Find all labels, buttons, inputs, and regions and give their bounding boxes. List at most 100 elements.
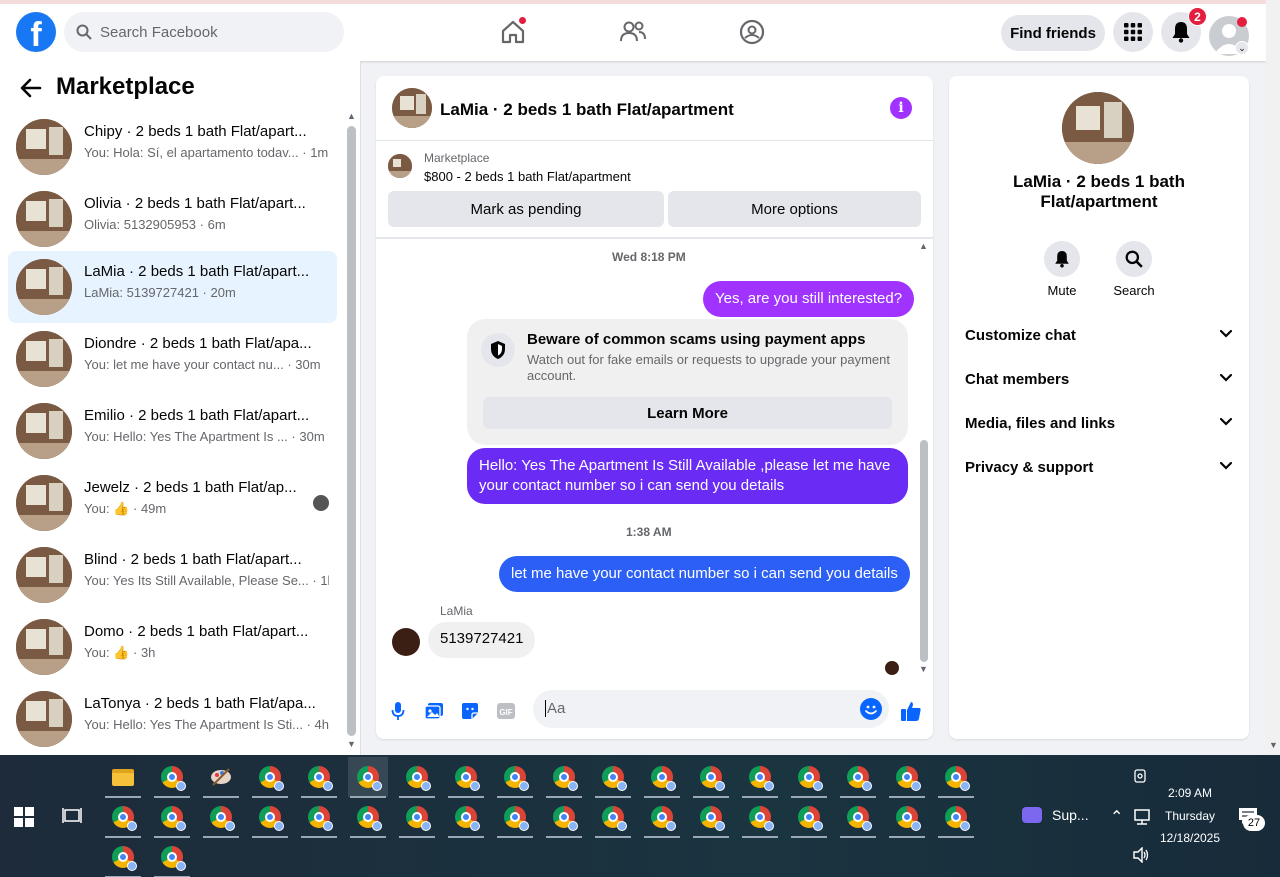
search-facebook-input[interactable]: Search Facebook xyxy=(64,12,344,52)
chrome-window-button[interactable] xyxy=(397,757,437,798)
gif-button[interactable]: GIF xyxy=(495,700,517,722)
menu-button[interactable] xyxy=(1113,12,1153,52)
emoji-button[interactable] xyxy=(860,698,882,720)
chrome-window-button[interactable] xyxy=(691,757,731,798)
chrome-window-button[interactable] xyxy=(250,757,290,798)
chrome-window-button[interactable] xyxy=(936,797,976,838)
friends-nav-button[interactable] xyxy=(617,16,649,48)
chrome-window-button[interactable] xyxy=(887,757,927,798)
chrome-window-button[interactable] xyxy=(495,757,535,798)
attach-photo-button[interactable] xyxy=(423,700,445,722)
outgoing-message[interactable]: let me have your contact number so i can… xyxy=(499,556,910,592)
facebook-logo[interactable]: f xyxy=(16,12,56,52)
conversation-item[interactable]: Olivia · 2 beds 1 bath Flat/apart... Oliv… xyxy=(8,183,337,255)
paint-app-button[interactable] xyxy=(201,757,241,798)
file-explorer-button[interactable] xyxy=(103,757,143,798)
chrome-window-button[interactable] xyxy=(544,757,584,798)
listing-thumbnail[interactable] xyxy=(388,154,412,178)
chat-title[interactable]: LaMia · 2 beds 1 bath Flat/apartment xyxy=(440,100,734,120)
outgoing-message[interactable]: Yes, are you still interested? xyxy=(703,281,915,317)
chat-scroll-down-icon[interactable]: ▼ xyxy=(919,664,928,674)
conversation-item[interactable]: Diondre · 2 beds 1 bath Flat/apa... You: … xyxy=(8,323,337,395)
mark-as-pending-button[interactable]: Mark as pending xyxy=(388,191,664,227)
chrome-window-button[interactable] xyxy=(936,757,976,798)
conversation-item[interactable]: LaMia · 2 beds 1 bath Flat/apart... LaMia… xyxy=(8,251,337,323)
chrome-window-button[interactable] xyxy=(103,837,143,877)
groups-nav-button[interactable] xyxy=(736,16,768,48)
sticker-button[interactable] xyxy=(459,700,481,722)
home-nav-button[interactable] xyxy=(497,16,529,48)
conversation-item[interactable]: Jewelz · 2 beds 1 bath Flat/ap... You: 👍 … xyxy=(8,467,337,539)
info-section-row[interactable]: Customize chat xyxy=(965,316,1233,360)
back-arrow-icon[interactable] xyxy=(20,78,42,98)
notifications-button[interactable]: 2 xyxy=(1161,7,1207,52)
account-chevron-down-icon[interactable]: ⌄ xyxy=(1235,41,1249,55)
chevron-up-icon[interactable]: ⌃ xyxy=(1110,807,1123,827)
speaker-icon[interactable] xyxy=(1132,847,1150,863)
sender-avatar[interactable] xyxy=(392,628,420,656)
chrome-window-button[interactable] xyxy=(201,797,241,838)
chrome-window-button[interactable] xyxy=(642,797,682,838)
find-friends-button[interactable]: Find friends xyxy=(1001,15,1105,51)
chrome-window-button[interactable] xyxy=(740,757,780,798)
voice-clip-button[interactable] xyxy=(387,700,409,722)
chrome-window-button[interactable] xyxy=(397,797,437,838)
conversation-item[interactable]: Emilio · 2 beds 1 bath Flat/apart... You:… xyxy=(8,395,337,467)
chrome-window-button[interactable] xyxy=(593,797,633,838)
chrome-window-button[interactable] xyxy=(446,757,486,798)
chat-scroll-up-icon[interactable]: ▲ xyxy=(919,241,928,251)
chrome-window-button[interactable] xyxy=(740,797,780,838)
info-icon[interactable]: i xyxy=(890,97,912,119)
incoming-message[interactable]: 5139727421 xyxy=(428,622,536,658)
chrome-window-button[interactable] xyxy=(642,757,682,798)
sidebar-scroll-down-icon[interactable]: ▼ xyxy=(347,739,356,749)
meet-now-icon[interactable] xyxy=(1133,768,1149,784)
clock-day[interactable]: Thursday xyxy=(1160,809,1220,823)
chrome-window-button[interactable] xyxy=(152,757,192,798)
chrome-window-button[interactable] xyxy=(348,757,388,798)
chrome-window-button[interactable] xyxy=(691,797,731,838)
conversation-item[interactable]: Chipy · 2 beds 1 bath Flat/apart... You: … xyxy=(8,111,337,183)
chat-header-avatar[interactable] xyxy=(392,88,432,128)
chrome-window-button[interactable] xyxy=(299,797,339,838)
chrome-window-button[interactable] xyxy=(103,797,143,838)
conversation-avatar[interactable] xyxy=(1062,92,1134,164)
chrome-window-button[interactable] xyxy=(299,757,339,798)
outgoing-message[interactable]: Hello: Yes The Apartment Is Still Availa… xyxy=(467,448,908,504)
chrome-window-button[interactable] xyxy=(593,757,633,798)
chrome-window-button[interactable] xyxy=(250,797,290,838)
windows-start-icon[interactable] xyxy=(14,807,34,827)
search-in-conversation-button[interactable]: Search xyxy=(1104,241,1164,298)
chat-scrollbar[interactable] xyxy=(920,440,928,662)
chrome-window-button[interactable] xyxy=(544,797,584,838)
chrome-window-button[interactable] xyxy=(152,837,192,877)
info-section-row[interactable]: Chat members xyxy=(965,360,1233,404)
chrome-window-button[interactable] xyxy=(495,797,535,838)
message-input[interactable]: Aa xyxy=(533,690,889,728)
info-section-row[interactable]: Media, files and links xyxy=(965,404,1233,448)
conversation-item[interactable]: LaTonya · 2 beds 1 bath Flat/apa... You: … xyxy=(8,683,337,755)
chrome-window-button[interactable] xyxy=(838,757,878,798)
clock-date[interactable]: 12/18/2025 xyxy=(1155,831,1225,845)
chrome-window-button[interactable] xyxy=(348,797,388,838)
chrome-window-button[interactable] xyxy=(838,797,878,838)
listing-price-title[interactable]: $800 - 2 beds 1 bath Flat/apartment xyxy=(424,169,631,184)
more-options-button[interactable]: More options xyxy=(668,191,921,227)
mute-button[interactable]: Mute xyxy=(1032,241,1092,298)
task-view-icon[interactable] xyxy=(62,807,82,825)
zoom-app-button[interactable]: Sup... xyxy=(1022,807,1089,823)
chrome-window-button[interactable] xyxy=(152,797,192,838)
chrome-window-button[interactable] xyxy=(446,797,486,838)
info-section-row[interactable]: Privacy & support xyxy=(965,448,1233,492)
conversation-item[interactable]: Blind · 2 beds 1 bath Flat/apart... You: … xyxy=(8,539,337,611)
learn-more-button[interactable]: Learn More xyxy=(483,397,892,429)
network-icon[interactable] xyxy=(1132,809,1152,825)
like-send-button[interactable] xyxy=(900,700,922,722)
chrome-window-button[interactable] xyxy=(887,797,927,838)
clock-time[interactable]: 2:09 AM xyxy=(1160,786,1220,800)
page-scroll-down-icon[interactable]: ▼ xyxy=(1269,740,1278,750)
conversation-item[interactable]: Domo · 2 beds 1 bath Flat/apart... You: 👍… xyxy=(8,611,337,683)
sidebar-scroll-up-icon[interactable]: ▲ xyxy=(347,111,356,121)
sidebar-scrollbar[interactable] xyxy=(347,126,356,736)
chrome-window-button[interactable] xyxy=(789,797,829,838)
